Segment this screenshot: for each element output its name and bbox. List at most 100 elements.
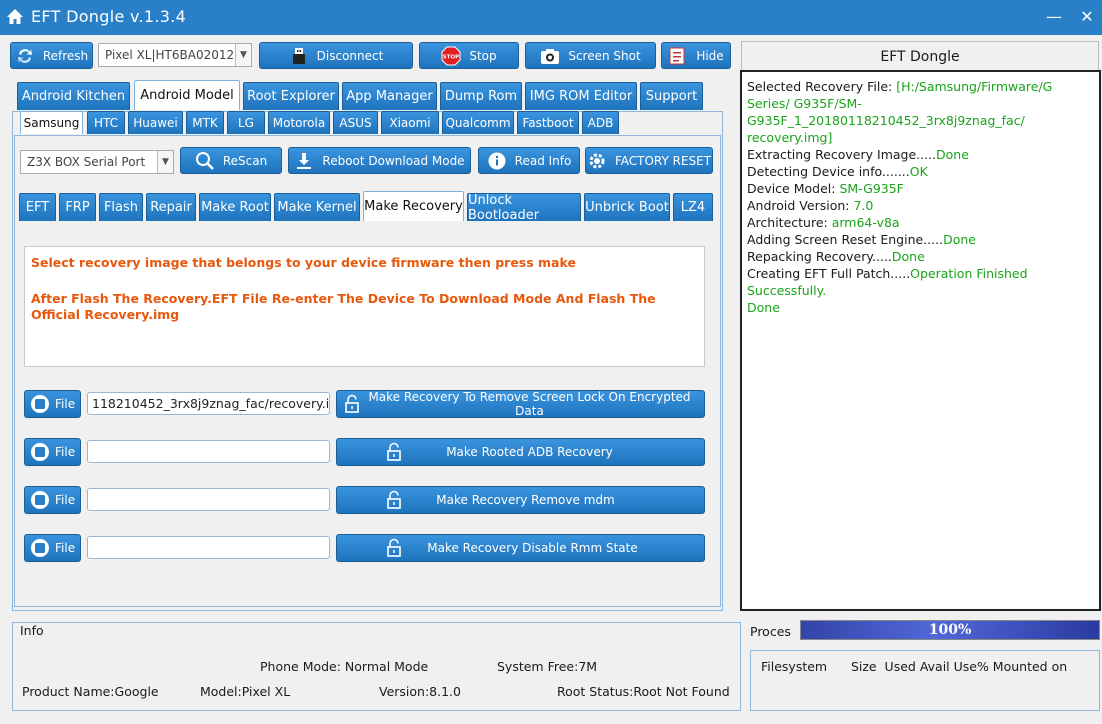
refresh-icon xyxy=(17,48,32,63)
hide-button[interactable]: Hide xyxy=(661,42,731,69)
tab-lz4[interactable]: LZ4 xyxy=(673,193,713,221)
log-value: arm64-v8a xyxy=(831,215,900,230)
hide-label: Hide xyxy=(696,48,724,63)
file-button-3[interactable]: File xyxy=(24,486,81,514)
system-free: System Free:7M xyxy=(497,659,598,674)
screenshot-button[interactable]: Screen Shot xyxy=(525,42,656,69)
disconnect-label: Disconnect xyxy=(316,48,384,63)
tab-img-rom-editor[interactable]: IMG ROM Editor xyxy=(525,82,637,110)
tab-flash[interactable]: Flash xyxy=(99,193,143,221)
tab-make-recovery[interactable]: Make Recovery xyxy=(363,191,464,221)
tab-mtk[interactable]: MTK xyxy=(186,111,224,134)
close-button[interactable]: ✕ xyxy=(1076,6,1098,28)
download-icon xyxy=(297,152,312,169)
tab-frp[interactable]: FRP xyxy=(59,193,96,221)
log-label: Extracting Recovery Image..... xyxy=(747,147,937,162)
tab-make-root[interactable]: Make Root xyxy=(199,193,271,221)
reboot-download-button[interactable]: Reboot Download Mode xyxy=(288,147,471,174)
recovery-path-input-2[interactable] xyxy=(87,440,330,463)
rescan-label: ReScan xyxy=(222,153,268,168)
rescan-button[interactable]: ReScan xyxy=(180,147,282,174)
factory-reset-label: FACTORY RESET xyxy=(614,153,712,168)
log-label: Android Version: xyxy=(747,198,854,213)
info-panel: Info Phone Mode: Normal Mode System Free… xyxy=(12,622,741,711)
recovery-path-input-1[interactable]: 118210452_3rx8j9znag_fac/recovery.img xyxy=(87,392,330,415)
port-select-value: Z3X BOX Serial Port xyxy=(27,155,146,169)
log-output[interactable]: Selected Recovery File: [H:/Samsung/Firm… xyxy=(740,70,1101,611)
port-select[interactable]: Z3X BOX Serial Port ▼ xyxy=(20,150,174,174)
device-select[interactable]: Pixel XL|HT6BA02012 ▼ xyxy=(98,43,252,67)
folder-icon xyxy=(31,443,49,461)
make-recovery-remove-mdm-button[interactable]: Make Recovery Remove mdm xyxy=(336,486,705,514)
log-line: Adding Screen Reset Engine.....Done xyxy=(747,231,1094,248)
tab-lg[interactable]: LG xyxy=(227,111,265,134)
make-recovery-remove-mdm-label: Make Recovery Remove mdm xyxy=(436,493,615,507)
tab-htc[interactable]: HTC xyxy=(87,111,125,134)
stop-icon: STOP xyxy=(441,46,461,65)
stop-label: Stop xyxy=(469,48,497,63)
instruction-line-2: After Flash The Recovery.EFT File Re-ent… xyxy=(31,291,656,322)
tab-support[interactable]: Support xyxy=(640,82,703,110)
tab-xiaomi[interactable]: Xiaomi xyxy=(381,111,439,134)
tab-qualcomm[interactable]: Qualcomm xyxy=(442,111,514,134)
log-line: Selected Recovery File: [H:/Samsung/Firm… xyxy=(747,78,1094,146)
info-icon xyxy=(488,152,506,169)
make-rooted-adb-recovery-button[interactable]: Make Rooted ADB Recovery xyxy=(336,438,705,466)
tab-android-model[interactable]: Android Model xyxy=(134,80,240,110)
log-label: Selected Recovery File: xyxy=(747,79,897,94)
log-label: Repacking Recovery..... xyxy=(747,249,892,264)
file-button-2[interactable]: File xyxy=(24,438,81,466)
tab-unlock-bootloader[interactable]: Unlock Bootloader xyxy=(467,193,581,223)
log-value: Done xyxy=(936,147,969,162)
tab-motorola[interactable]: Motorola xyxy=(268,111,330,134)
log-value: SM-G935F xyxy=(839,181,904,196)
minimize-button[interactable]: — xyxy=(1043,6,1065,28)
hide-window-icon xyxy=(669,47,685,64)
tab-dump-rom[interactable]: Dump Rom xyxy=(440,82,522,110)
read-info-button[interactable]: Read Info xyxy=(478,147,580,174)
tab-root-explorer[interactable]: Root Explorer xyxy=(243,82,339,110)
process-progress-bar: 100% xyxy=(800,620,1100,640)
log-value: Done xyxy=(891,249,925,264)
tab-eft[interactable]: EFT xyxy=(19,193,56,221)
screenshot-label: Screen Shot xyxy=(568,48,641,63)
make-recovery-screen-lock-button[interactable]: Make Recovery To Remove Screen Lock On E… xyxy=(336,390,705,418)
log-label: Adding Screen Reset Engine..... xyxy=(747,232,944,247)
tab-asus[interactable]: ASUS xyxy=(333,111,378,134)
search-icon xyxy=(195,151,214,170)
log-line: Device Model: SM-G935F xyxy=(747,180,1094,197)
instruction-box: Select recovery image that belongs to yo… xyxy=(24,246,705,367)
disconnect-button[interactable]: Disconnect xyxy=(259,42,413,69)
home-icon xyxy=(7,9,23,24)
tab-fastboot[interactable]: Fastboot xyxy=(517,111,579,134)
file-button-label: File xyxy=(55,445,76,459)
chevron-down-icon: ▼ xyxy=(235,44,251,66)
log-value: Done xyxy=(943,232,976,247)
make-recovery-disable-rmm-button[interactable]: Make Recovery Disable Rmm State xyxy=(336,534,705,562)
log-value: Done xyxy=(747,300,780,315)
log-value: 7.0 xyxy=(853,198,874,213)
folder-icon xyxy=(31,491,49,509)
tab-repair[interactable]: Repair xyxy=(146,193,196,221)
log-line: Architecture: arm64-v8a xyxy=(747,214,1094,231)
log-label: Device Model: xyxy=(747,181,840,196)
tab-make-kernel[interactable]: Make Kernel xyxy=(274,193,360,221)
tab-huawei[interactable]: Huawei xyxy=(128,111,183,134)
file-button-4[interactable]: File xyxy=(24,534,81,562)
tab-app-manager[interactable]: App Manager xyxy=(342,82,437,110)
refresh-button[interactable]: Refresh xyxy=(10,42,93,69)
file-button-1[interactable]: File xyxy=(24,390,81,418)
recovery-path-input-4[interactable] xyxy=(87,536,330,559)
filesystem-header: Filesystem Size Used Avail Use% Mounted … xyxy=(761,659,1068,674)
tab-android-kitchen[interactable]: Android Kitchen xyxy=(17,82,130,110)
log-line: Repacking Recovery.....Done xyxy=(747,248,1094,265)
phone-mode: Phone Mode: Normal Mode xyxy=(260,659,429,674)
factory-reset-button[interactable]: FACTORY RESET xyxy=(585,147,713,174)
stop-button[interactable]: STOP Stop xyxy=(419,42,519,69)
recovery-path-input-3[interactable] xyxy=(87,488,330,511)
log-line: Creating EFT Full Patch.....Operation Fi… xyxy=(747,265,1094,299)
tab-unbrick-boot[interactable]: Unbrick Boot xyxy=(584,193,670,221)
tab-samsung[interactable]: Samsung xyxy=(20,111,83,134)
tab-adb[interactable]: ADB xyxy=(582,111,619,134)
log-value: OK xyxy=(909,164,928,179)
